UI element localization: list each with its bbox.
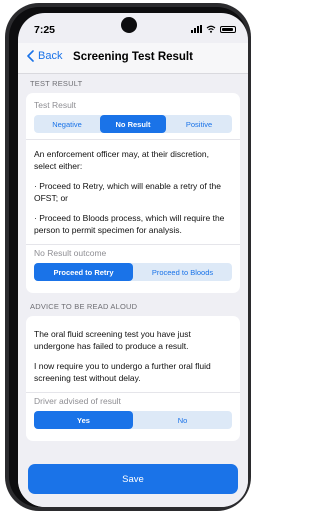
advice-text-2: I now require you to undergo a further o… bbox=[34, 361, 211, 383]
segment-no-result[interactable]: No Result bbox=[100, 115, 166, 133]
navigation-bar: Back Screening Test Result bbox=[18, 43, 248, 74]
advice-text-1: The oral fluid screening test you have j… bbox=[34, 329, 191, 351]
segment-positive[interactable]: Positive bbox=[166, 115, 232, 133]
outcome-segmented-control: Proceed to Retry Proceed to Bloods bbox=[34, 263, 232, 281]
bloods-option-text: · Proceed to Bloods process, which will … bbox=[34, 213, 225, 235]
signal-icon bbox=[191, 25, 202, 33]
front-camera bbox=[121, 17, 137, 33]
advice-card: The oral fluid screening test you have j… bbox=[26, 316, 240, 441]
driver-advised-segmented-control: Yes No bbox=[34, 411, 232, 429]
segment-yes[interactable]: Yes bbox=[34, 411, 133, 429]
test-result-card: Test Result Negative No Result Positive … bbox=[26, 93, 240, 293]
retry-option-text: · Proceed to Retry, which will enable a … bbox=[34, 181, 221, 203]
no-result-outcome-label: No Result outcome bbox=[34, 248, 107, 258]
status-icons bbox=[191, 25, 236, 33]
driver-advised-label: Driver advised of result bbox=[34, 396, 121, 406]
segment-proceed-to-bloods[interactable]: Proceed to Bloods bbox=[133, 263, 232, 281]
wifi-icon bbox=[206, 25, 216, 33]
divider bbox=[26, 139, 240, 140]
instruction-text: An enforcement officer may, at their dis… bbox=[34, 149, 209, 171]
save-button[interactable]: Save bbox=[28, 464, 238, 494]
test-result-segmented-control: Negative No Result Positive bbox=[34, 115, 232, 133]
segment-negative[interactable]: Negative bbox=[34, 115, 100, 133]
app-screen: 7:25 Back Screening Test Result TEST RES… bbox=[18, 13, 248, 507]
test-result-label: Test Result bbox=[34, 100, 77, 110]
bottom-action-bar: Save bbox=[18, 454, 248, 507]
section-header-advice: ADVICE TO BE READ ALOUD bbox=[30, 302, 138, 311]
section-header-test-result: TEST RESULT bbox=[30, 79, 83, 88]
battery-icon bbox=[220, 25, 236, 33]
page-title: Screening Test Result bbox=[73, 51, 193, 63]
status-bar: 7:25 bbox=[18, 13, 248, 41]
divider bbox=[26, 244, 240, 245]
form-scroll-area[interactable]: TEST RESULT Test Result Negative No Resu… bbox=[18, 74, 248, 454]
segment-no[interactable]: No bbox=[133, 411, 232, 429]
status-time: 7:25 bbox=[34, 24, 56, 36]
divider bbox=[26, 392, 240, 393]
segment-proceed-to-retry[interactable]: Proceed to Retry bbox=[34, 263, 133, 281]
